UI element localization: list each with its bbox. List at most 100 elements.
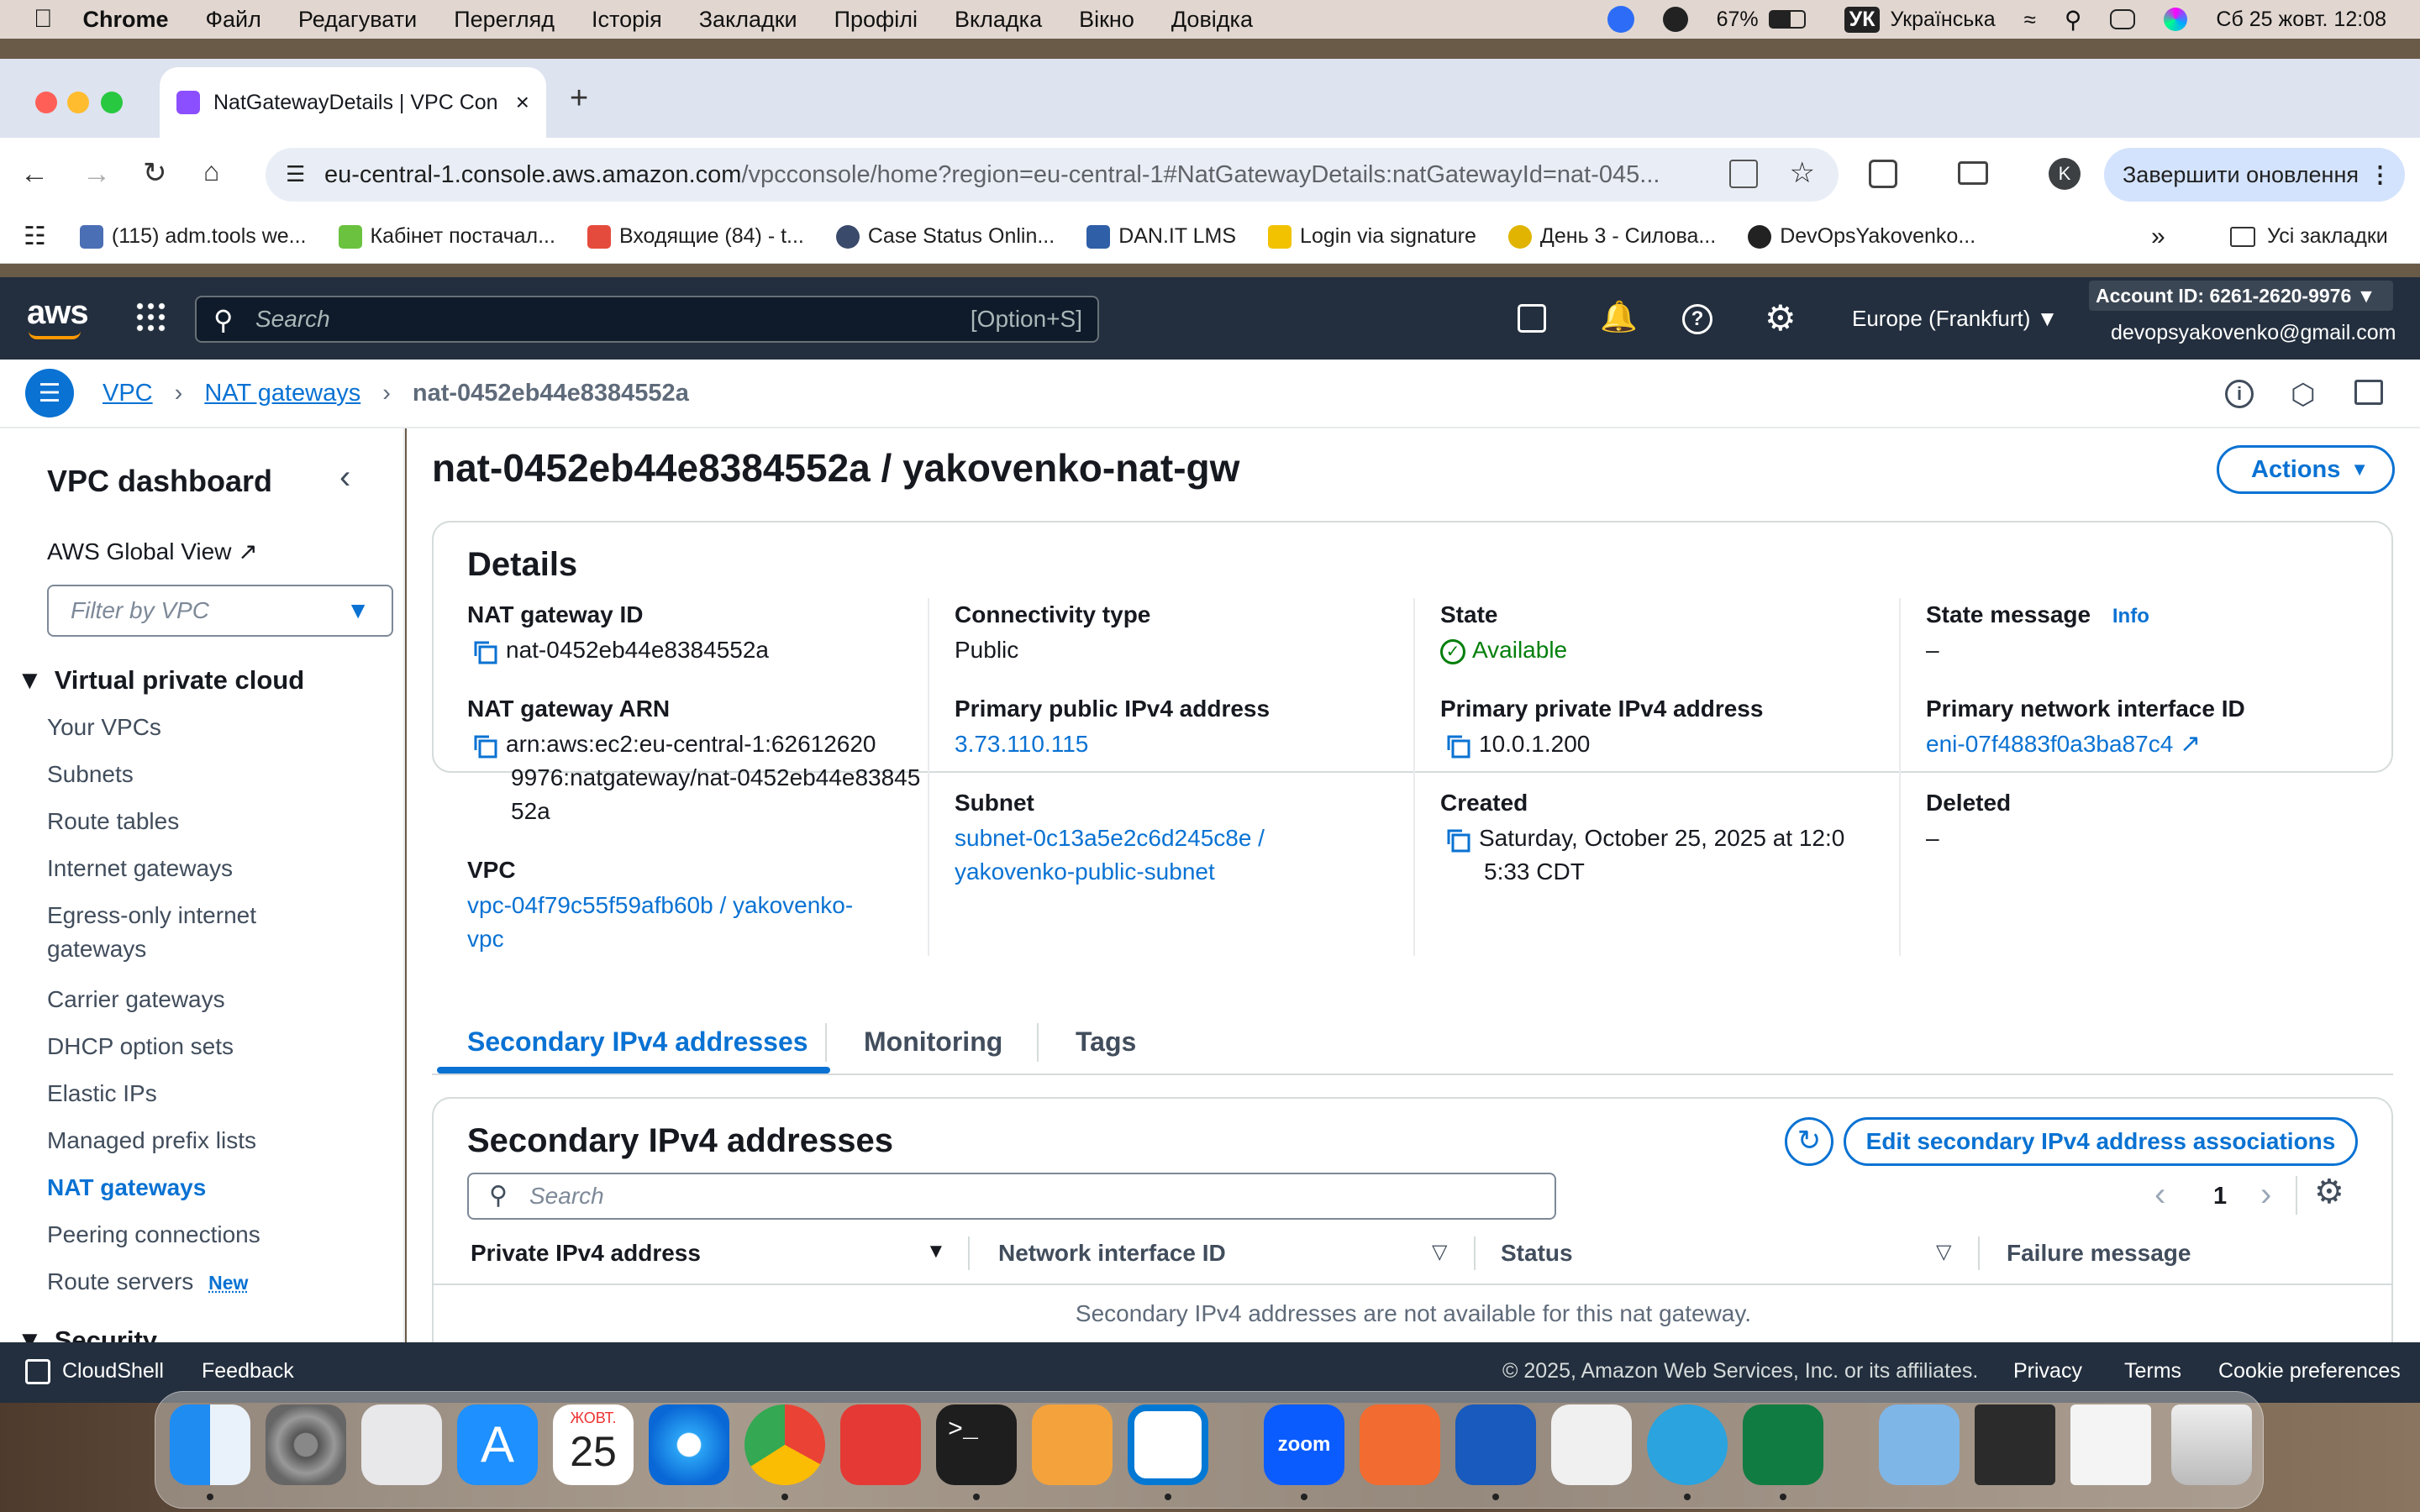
filter-by-vpc-select[interactable]: Filter by VPC ▼ (47, 585, 393, 637)
sidebar-item-managed-prefix-lists[interactable]: Managed prefix lists (47, 1127, 256, 1154)
battery-icon[interactable] (1768, 10, 1806, 29)
finder-icon[interactable] (170, 1404, 250, 1485)
info-link[interactable]: Info (2112, 605, 2149, 627)
external-link-icon[interactable]: ↗ (2180, 730, 2201, 758)
calendar-icon[interactable]: ЖОВТ. 25 (553, 1404, 634, 1485)
sidebar-title[interactable]: VPC dashboard (47, 464, 272, 499)
bookmark-item[interactable]: Login via signature (1268, 224, 1476, 249)
zoom-menubar-icon[interactable] (1607, 6, 1634, 33)
veeam-icon[interactable] (1032, 1404, 1113, 1485)
section-virtual-private-cloud[interactable]: ▼ Virtual private cloud (17, 665, 304, 696)
column-header-status[interactable]: Status (1501, 1240, 1573, 1267)
extensions-icon[interactable] (1869, 160, 1897, 188)
secondary-search-input[interactable]: ⚲ Search (467, 1173, 1556, 1220)
aws-search-input[interactable]: ⚲ Search [Option+S] (195, 296, 1099, 343)
app-store-icon[interactable]: A (457, 1404, 538, 1485)
breadcrumb-nat-gateways[interactable]: NAT gateways (204, 380, 360, 407)
trash-icon[interactable] (2171, 1404, 2252, 1485)
pages-icon[interactable] (1360, 1404, 1440, 1485)
spotlight-icon[interactable]: ⚲ (2065, 6, 2082, 34)
input-language[interactable]: Українська (1890, 8, 1995, 32)
all-bookmarks[interactable]: Усі закладки (2267, 224, 2388, 249)
bookmark-item[interactable]: DevOpsYakovenko... (1748, 224, 1975, 249)
vpc-link[interactable]: vpc-04f79c55f59afb60b / yakovenko- (467, 889, 853, 922)
menu-app-name[interactable]: Chrome (83, 7, 169, 33)
menu-view[interactable]: Перегляд (454, 7, 555, 33)
tab-tags[interactable]: Tags (1076, 1026, 1136, 1058)
column-header-network-interface[interactable]: Network interface ID (998, 1240, 1226, 1267)
info-panel-icon[interactable]: i (2225, 380, 2254, 408)
sidebar-item-dhcp-option-sets[interactable]: DHCP option sets (47, 1033, 234, 1060)
window-minimize-button[interactable] (67, 92, 89, 113)
bookmark-item[interactable]: Кабінет постачал... (338, 224, 555, 249)
sidebar-item-egress-only[interactable]: Egress-only internet (47, 902, 256, 929)
sidebar-item-internet-gateways[interactable]: Internet gateways (47, 855, 233, 882)
back-icon[interactable]: ← (20, 158, 49, 191)
tab-secondary-ipv4[interactable]: Secondary IPv4 addresses (467, 1026, 808, 1058)
column-resizer[interactable] (1474, 1236, 1476, 1270)
resource-icon[interactable]: ⬡ (2291, 378, 2316, 412)
cloudshell-footer-icon[interactable] (25, 1359, 50, 1384)
menu-profiles[interactable]: Профілі (834, 7, 918, 33)
sidebar-item-carrier-gateways[interactable]: Carrier gateways (47, 986, 225, 1013)
passwords-icon[interactable] (1551, 1404, 1632, 1485)
cookie-preferences-link[interactable]: Cookie preferences (2218, 1359, 2401, 1383)
tab-monitoring[interactable]: Monitoring (864, 1026, 1002, 1058)
cast-icon[interactable] (1958, 161, 1988, 185)
edit-associations-button[interactable]: Edit secondary IPv4 address associations (1844, 1117, 2358, 1166)
pdf-app-icon[interactable] (840, 1404, 921, 1485)
sidebar-item-nat-gateways[interactable]: NAT gateways (47, 1174, 206, 1201)
menu-window[interactable]: Вікно (1079, 7, 1134, 33)
notifications-bell-icon[interactable]: 🔔 (1600, 299, 1638, 334)
profile-avatar[interactable]: K (2049, 158, 2081, 190)
address-bar[interactable]: ☰ eu-central-1.console.aws.amazon.com/vp… (266, 148, 1839, 202)
sidebar-item-route-servers[interactable]: Route servers New (47, 1268, 248, 1295)
account-menu[interactable]: Account ID: 6261-2620-9976 ▼ (2089, 281, 2393, 311)
word-icon[interactable] (1455, 1404, 1536, 1485)
services-menu-icon[interactable] (134, 301, 168, 334)
site-info-icon[interactable]: ☰ (286, 161, 305, 187)
refresh-button[interactable]: ↻ (1785, 1117, 1833, 1166)
window-close-button[interactable] (35, 92, 57, 113)
forward-icon[interactable]: → (82, 158, 111, 191)
feedback-panel-icon[interactable] (2354, 380, 2383, 405)
excel-icon[interactable] (1743, 1404, 1823, 1485)
recent-window-thumbnail[interactable] (1975, 1404, 2055, 1485)
bookmark-item[interactable]: День 3 - Силова... (1507, 224, 1716, 249)
bookmark-item[interactable]: Case Status Onlin... (835, 224, 1055, 249)
sidebar-item-elastic-ips[interactable]: Elastic IPs (47, 1080, 157, 1107)
terminal-icon[interactable]: >_ (936, 1404, 1017, 1485)
settings-gear-icon[interactable]: ⚙ (1765, 297, 1797, 339)
chrome-icon[interactable] (744, 1404, 825, 1485)
column-header-private-ipv4[interactable]: Private IPv4 address (471, 1240, 701, 1267)
bookmark-star-icon[interactable]: ☆ (1790, 156, 1815, 190)
zoom-app-icon[interactable]: zoom (1264, 1404, 1344, 1485)
cloudshell-icon[interactable] (1518, 304, 1546, 333)
terms-link[interactable]: Terms (2124, 1359, 2181, 1383)
bookmark-item[interactable]: DAN.IT LMS (1086, 224, 1236, 249)
tab-close-icon[interactable]: × (516, 89, 529, 116)
browser-tab[interactable]: NatGatewayDetails | VPC Con × (160, 67, 546, 138)
sidebar-item-route-tables[interactable]: Route tables (47, 808, 179, 835)
copy-icon[interactable] (472, 733, 497, 759)
table-settings-gear-icon[interactable]: ⚙ (2314, 1173, 2344, 1211)
window-zoom-button[interactable] (101, 92, 123, 113)
siri-icon[interactable] (2164, 8, 2188, 31)
subnet-link[interactable]: subnet-0c13a5e2c6d245c8e / (955, 822, 1265, 855)
region-selector[interactable]: Europe (Frankfurt) ▼ (1852, 306, 2058, 332)
copy-icon[interactable] (1445, 827, 1470, 853)
bookmarks-overflow-icon[interactable]: » (2151, 223, 2165, 251)
menu-file[interactable]: Файл (206, 7, 261, 33)
menu-tab[interactable]: Вкладка (955, 7, 1042, 33)
new-tab-button[interactable]: + (570, 81, 588, 117)
update-chrome-button[interactable]: Завершити оновлення ⋮ (2104, 148, 2405, 202)
privacy-link[interactable]: Privacy (2013, 1359, 2082, 1383)
telegram-icon[interactable] (1647, 1404, 1728, 1485)
location-icon[interactable] (1662, 7, 1688, 32)
pagination-next-icon[interactable]: › (2260, 1176, 2271, 1214)
hamburger-menu-icon[interactable]: ☰ (25, 369, 74, 417)
launchpad-icon[interactable] (361, 1404, 442, 1485)
public-ip-link[interactable]: 3.73.110.115 (955, 727, 1088, 761)
sidebar-item-peering-connections[interactable]: Peering connections (47, 1221, 260, 1248)
bookmark-item[interactable]: (115) adm.tools we... (79, 224, 307, 249)
